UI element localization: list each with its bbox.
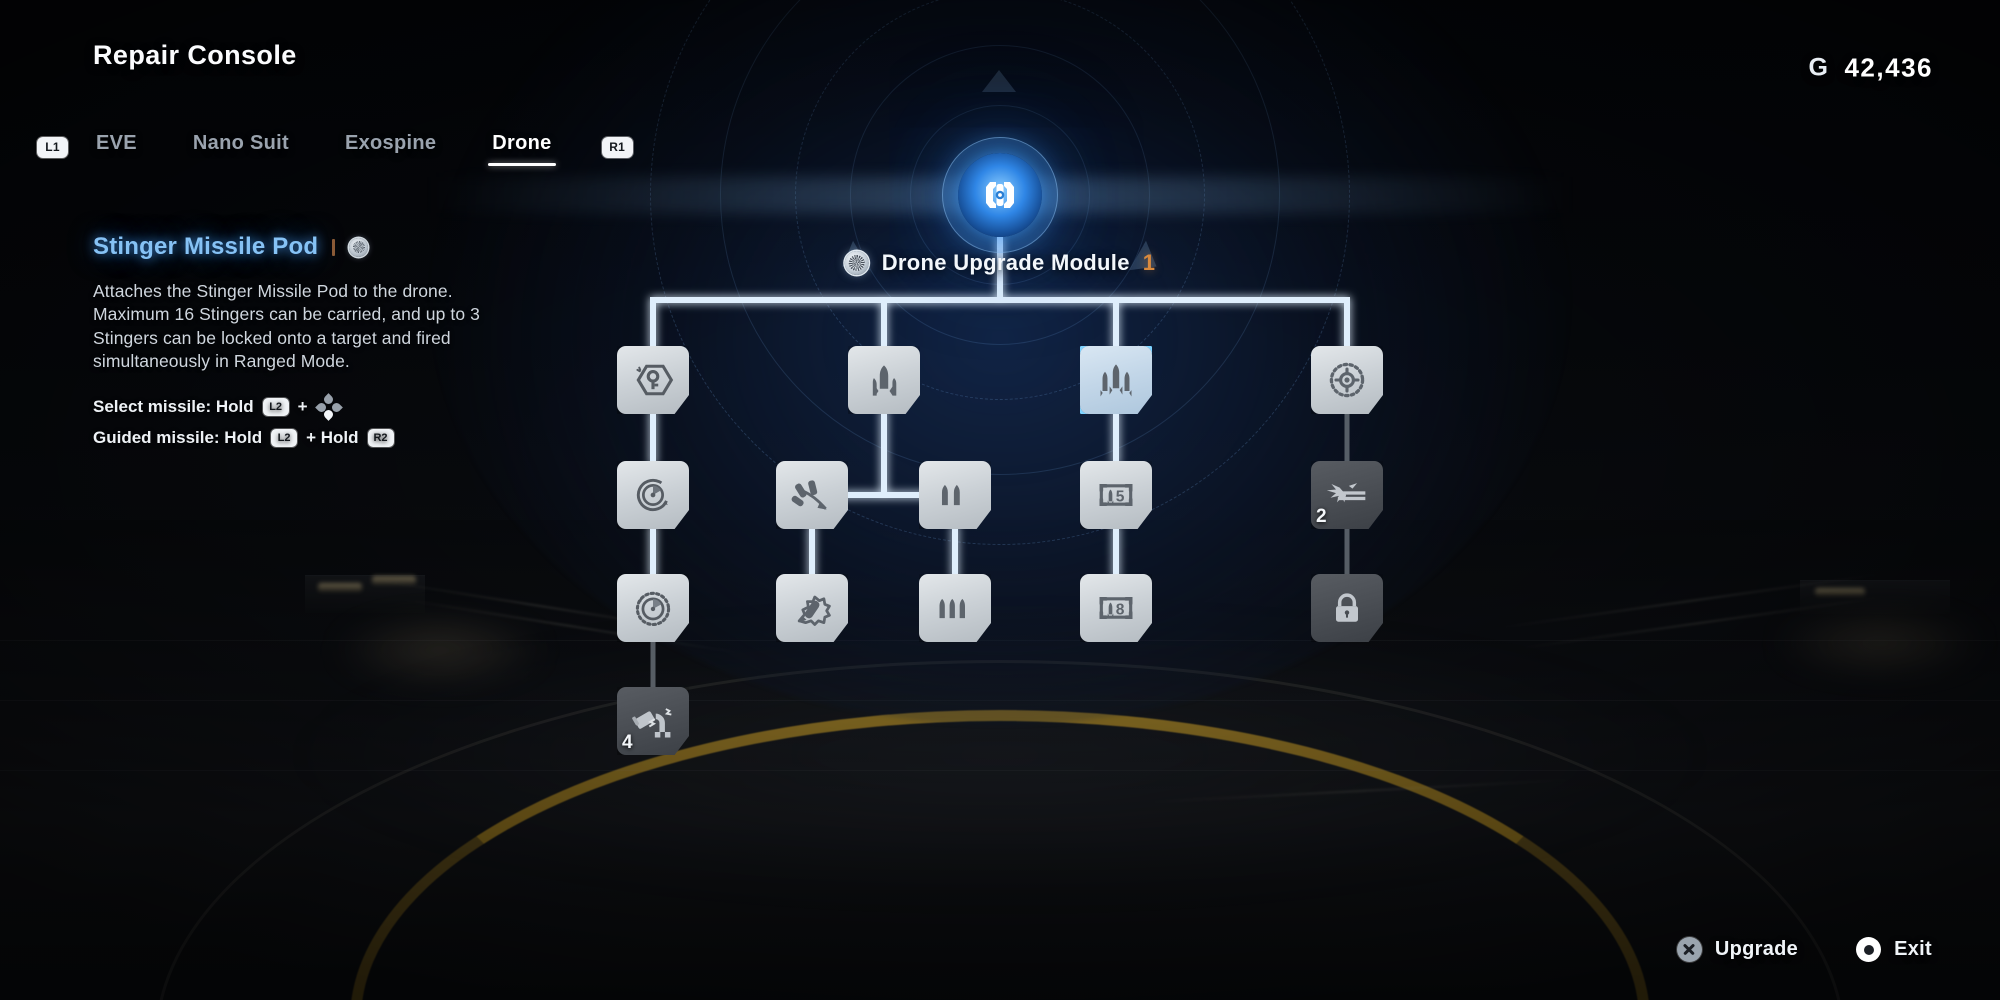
missile-single-icon bbox=[872, 365, 897, 396]
bullets-three-icon bbox=[939, 598, 965, 619]
magnet-gun-icon bbox=[632, 708, 672, 738]
stinger-pod-icon bbox=[1100, 364, 1132, 397]
module-name: Drone Upgrade Module bbox=[881, 250, 1130, 275]
bullets-two-icon bbox=[941, 484, 960, 506]
tree-node[interactable]: 2 bbox=[1311, 461, 1383, 529]
node-target-ring[interactable] bbox=[1311, 346, 1383, 414]
svg-text:5: 5 bbox=[1116, 488, 1125, 505]
node-ammo-8[interactable]: 8 bbox=[1080, 574, 1152, 642]
missile-burst-icon bbox=[797, 595, 831, 626]
upgrade-label: Upgrade bbox=[1714, 938, 1799, 960]
tree-node[interactable] bbox=[1311, 574, 1383, 642]
skill-tree: Drone Upgrade Module 1 4 5 8 2 bbox=[0, 0, 2000, 1000]
tree-node[interactable] bbox=[919, 461, 991, 529]
node-bullets-two[interactable] bbox=[919, 461, 991, 529]
node-radar-sweep[interactable] bbox=[617, 461, 689, 529]
key-hex-icon bbox=[636, 364, 674, 396]
tree-node[interactable]: 5 bbox=[1080, 461, 1152, 529]
tree-node[interactable]: 4 bbox=[617, 687, 689, 755]
target-ring-icon bbox=[1329, 362, 1365, 398]
exit-action[interactable]: Exit bbox=[1856, 937, 1932, 962]
svg-text:8: 8 bbox=[1116, 601, 1125, 618]
node-pierce-shot[interactable]: 2 bbox=[1311, 461, 1383, 529]
tree-node[interactable] bbox=[848, 346, 920, 414]
node-bullets-three[interactable] bbox=[919, 574, 991, 642]
tree-node-selected[interactable] bbox=[1080, 346, 1152, 414]
circle-button-icon bbox=[1856, 937, 1882, 962]
node-missile-single[interactable] bbox=[848, 346, 920, 414]
node-dotted-dial[interactable] bbox=[617, 574, 689, 642]
node-stinger-pod[interactable] bbox=[1080, 346, 1152, 414]
tree-node[interactable] bbox=[617, 574, 689, 642]
exit-label: Exit bbox=[1894, 938, 1932, 960]
ammo-8-icon: 8 bbox=[1099, 597, 1133, 619]
node-missile-spread[interactable] bbox=[776, 461, 848, 529]
radar-sweep-icon bbox=[636, 478, 670, 512]
drone-emblem-glyph bbox=[986, 182, 1014, 208]
dotted-dial-icon bbox=[635, 591, 671, 627]
footer-actions: Upgrade Exit bbox=[1676, 937, 1932, 962]
module-level: 1 bbox=[1142, 250, 1156, 275]
node-missile-burst[interactable] bbox=[776, 574, 848, 642]
tree-node[interactable] bbox=[617, 461, 689, 529]
node-locked[interactable] bbox=[1311, 574, 1383, 642]
ammo-5-icon: 5 bbox=[1099, 484, 1133, 506]
tree-node[interactable] bbox=[617, 346, 689, 414]
tree-node[interactable] bbox=[776, 461, 848, 529]
tree-node[interactable] bbox=[1311, 346, 1383, 414]
tree-node[interactable] bbox=[919, 574, 991, 642]
gear-medal-icon bbox=[844, 251, 869, 275]
pierce-shot-icon bbox=[1326, 483, 1366, 503]
cross-button-icon bbox=[1676, 937, 1702, 962]
node-key-hex[interactable] bbox=[617, 346, 689, 414]
upgrade-action[interactable]: Upgrade bbox=[1676, 937, 1799, 962]
node-ammo-5[interactable]: 5 bbox=[1080, 461, 1152, 529]
lock-icon bbox=[1336, 593, 1358, 622]
missile-spread-icon bbox=[791, 480, 827, 510]
node-magnet-gun[interactable]: 4 bbox=[617, 687, 689, 755]
drone-emblem-icon[interactable] bbox=[958, 153, 1042, 237]
tree-node[interactable] bbox=[776, 574, 848, 642]
tree-node[interactable]: 8 bbox=[1080, 574, 1152, 642]
module-label: Drone Upgrade Module 1 bbox=[844, 250, 1156, 276]
